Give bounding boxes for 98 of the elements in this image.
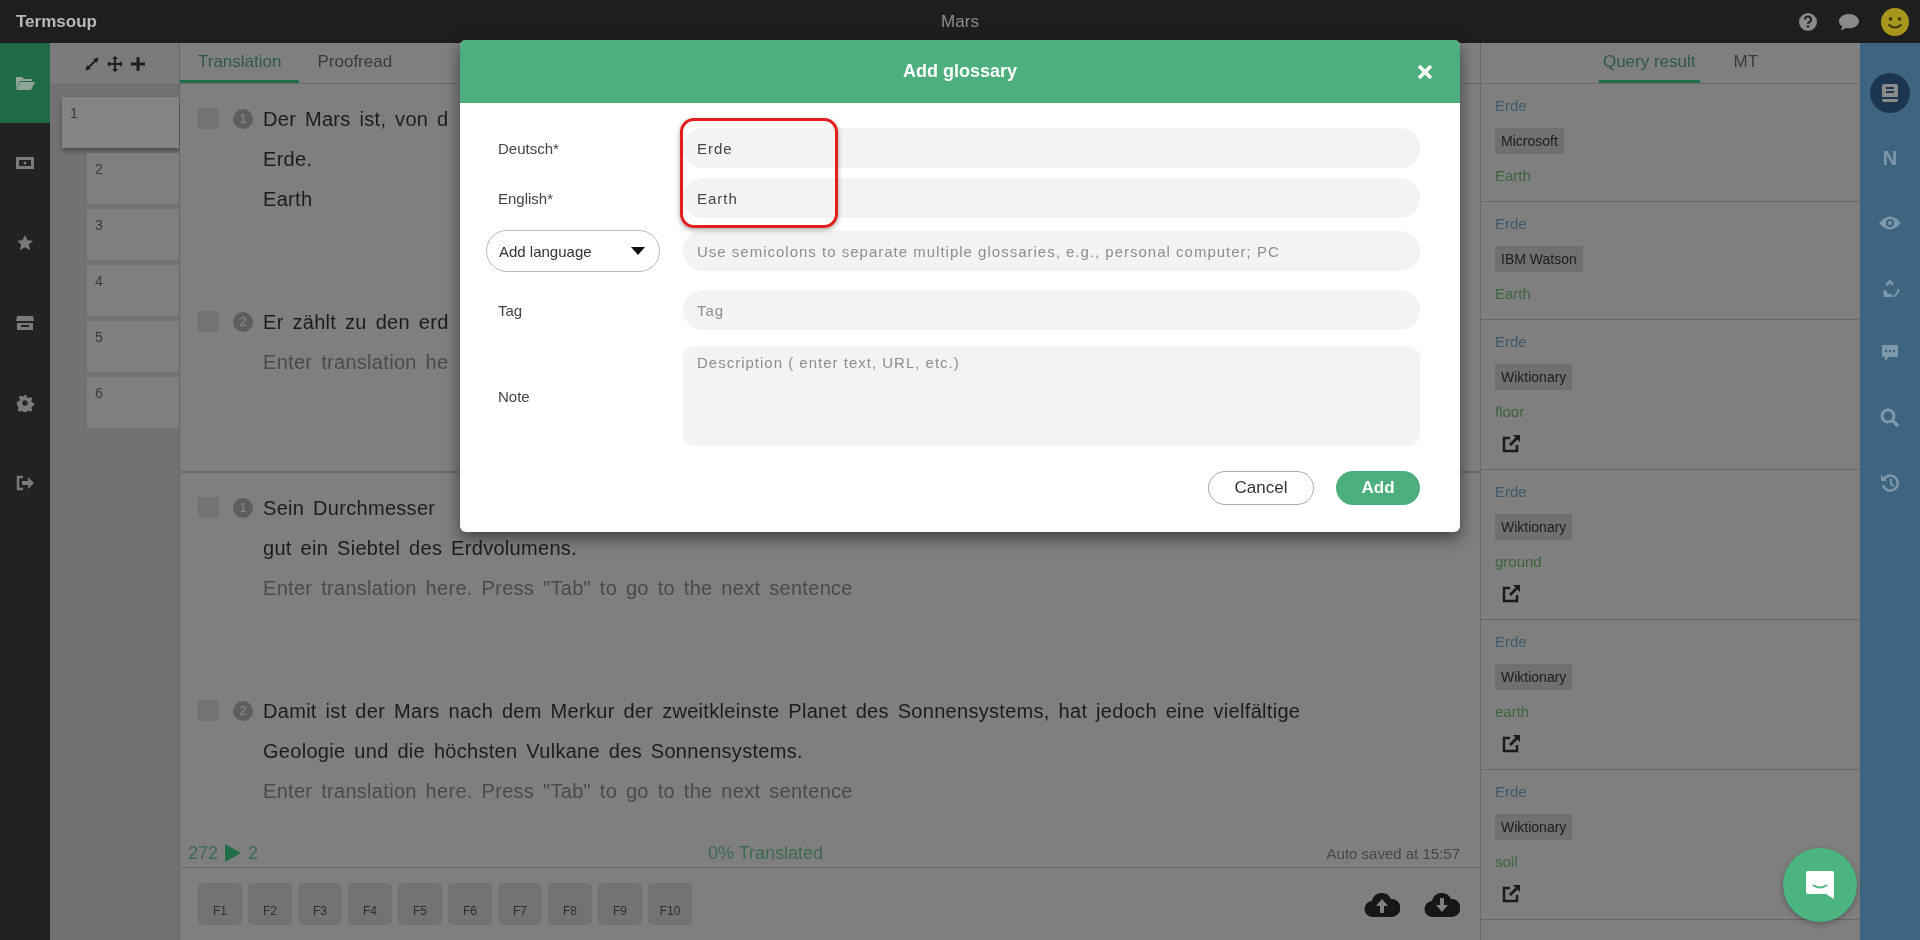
segment-thumbnail[interactable]: 3 xyxy=(87,209,179,260)
add-icon[interactable] xyxy=(130,56,145,71)
source-term: Erde xyxy=(1495,482,1527,502)
source-tag: IBM Watson xyxy=(1495,246,1583,272)
chat-icon[interactable] xyxy=(1838,11,1860,32)
source-tag: Wiktionary xyxy=(1495,514,1573,540)
media-icon xyxy=(15,155,35,171)
segment-thumbnail[interactable]: 6 xyxy=(87,377,179,428)
recycle-icon xyxy=(1880,278,1900,298)
target-term: floor xyxy=(1495,402,1525,422)
source-text: Erde. xyxy=(263,147,313,172)
source-text: Sein Durchmesser xyxy=(263,496,436,521)
function-key[interactable]: F5 xyxy=(398,882,442,925)
function-key[interactable]: F3 xyxy=(298,882,342,925)
function-key[interactable]: F4 xyxy=(348,882,392,925)
source-text: Geologie und die höchsten Vulkane des Sonnensystems. xyxy=(263,739,803,764)
help-icon[interactable] xyxy=(1798,11,1818,32)
segment-thumbnail[interactable]: 5 xyxy=(87,321,179,372)
comment-icon xyxy=(1880,343,1900,363)
source-tag: Wiktionary xyxy=(1495,664,1573,690)
app-name: Termsoup xyxy=(16,11,97,32)
add-language-dropdown[interactable]: Add language xyxy=(486,230,660,272)
target-term: ground xyxy=(1495,552,1542,572)
function-key[interactable]: F7 xyxy=(498,882,542,925)
function-key[interactable]: F6 xyxy=(448,882,492,925)
target-term: soil xyxy=(1495,852,1518,872)
source-term: Erde xyxy=(1495,332,1527,352)
star-icon xyxy=(16,234,34,252)
source-term: Erde xyxy=(1495,632,1527,652)
dialog-title: Add glossary xyxy=(903,61,1017,82)
book-icon xyxy=(1881,83,1899,103)
input-field[interactable]: Earth xyxy=(683,178,1420,218)
document-title: Mars xyxy=(941,11,979,32)
target-term: Earth xyxy=(1495,166,1531,186)
search-icon xyxy=(1880,408,1900,428)
add-button[interactable]: Add xyxy=(1336,471,1420,505)
external-link-icon[interactable] xyxy=(1501,734,1521,754)
chat-bubble-icon xyxy=(1804,869,1836,901)
history-icon xyxy=(1880,473,1900,493)
function-key[interactable]: F10 xyxy=(648,882,692,925)
source-text: Er zählt zu den erd xyxy=(263,310,449,335)
field-label: English* xyxy=(497,189,555,207)
source-tag: Microsoft xyxy=(1495,128,1564,154)
cancel-button[interactable]: Cancel xyxy=(1208,471,1314,505)
source-text: Damit ist der Mars nach dem Merkur der zweitkleinste Planet des Sonnensystems, hat jedoch eine vielfältige xyxy=(263,699,1301,724)
progress-text: 0% Translated xyxy=(708,842,824,864)
field-label: Note xyxy=(497,387,531,405)
translation-text[interactable]: Earth xyxy=(263,179,313,219)
close-icon[interactable] xyxy=(1417,64,1433,80)
target-term: Earth xyxy=(1495,284,1531,304)
source-term: Erde xyxy=(1495,96,1527,116)
field-label: Tag xyxy=(497,301,524,319)
source-tag: Wiktionary xyxy=(1495,814,1573,840)
source-tag: Wiktionary xyxy=(1495,364,1573,390)
segment-thumbnail[interactable]: 2 xyxy=(87,153,179,204)
result-item[interactable]: Erde IBM Watson Earth xyxy=(1481,202,1860,320)
editor-tab[interactable]: Proofread xyxy=(299,43,411,83)
external-link-icon[interactable] xyxy=(1501,884,1521,904)
result-item[interactable]: Erde Wiktionary floor xyxy=(1481,320,1860,470)
caret-icon xyxy=(631,247,645,255)
source-text: gut ein Siebtel des Erdvolumens. xyxy=(263,536,577,561)
function-key[interactable]: F2 xyxy=(248,882,292,925)
collapse-icon[interactable] xyxy=(84,56,99,71)
panel-tab[interactable]: MT xyxy=(1729,43,1763,83)
autosave-status: Auto saved at 15:57 xyxy=(1326,844,1460,862)
input-field[interactable]: Use semicolons to separate multiple glossaries, e.g., personal computer; PC xyxy=(683,231,1420,271)
function-key[interactable]: F1 xyxy=(198,882,242,925)
external-link-icon[interactable] xyxy=(1501,584,1521,604)
segment-thumbnail[interactable]: 1 xyxy=(62,97,179,148)
settings-icon xyxy=(16,394,34,412)
tool-button[interactable]: N xyxy=(1870,138,1910,178)
tool-button[interactable] xyxy=(1870,73,1910,113)
result-item[interactable]: Erde Wiktionary ground xyxy=(1481,470,1860,620)
function-key[interactable]: F9 xyxy=(598,882,642,925)
field-label: Deutsch* xyxy=(497,139,560,157)
folder-icon xyxy=(15,75,35,91)
source-term: Erde xyxy=(1495,782,1527,802)
nav-item[interactable] xyxy=(0,43,50,123)
eye-icon xyxy=(1878,215,1902,231)
segment-thumbnail[interactable]: 4 xyxy=(87,265,179,316)
source-text: Der Mars ist, von d xyxy=(263,107,449,132)
source-term: Erde xyxy=(1495,214,1527,234)
editor-tab[interactable]: Translation xyxy=(180,43,300,83)
total-count-text: 272 xyxy=(188,842,219,864)
input-field[interactable]: Erde xyxy=(683,128,1420,168)
function-key[interactable]: F8 xyxy=(548,882,592,925)
input-field[interactable]: Tag xyxy=(683,290,1420,330)
logout-icon xyxy=(16,475,34,491)
result-item[interactable]: Erde Microsoft Earth xyxy=(1481,84,1860,202)
panel-tab[interactable]: Query result xyxy=(1598,43,1700,83)
result-item[interactable]: Erde Wiktionary earth xyxy=(1481,620,1860,770)
smiley-icon[interactable] xyxy=(1880,6,1910,37)
target-term: earth xyxy=(1495,702,1530,722)
store-icon xyxy=(15,315,35,331)
note-field[interactable]: Description ( enter text, URL, etc.) xyxy=(683,346,1420,446)
move-icon[interactable] xyxy=(106,55,123,72)
external-link-icon[interactable] xyxy=(1501,434,1521,454)
current-position-text: 2 xyxy=(248,842,259,864)
